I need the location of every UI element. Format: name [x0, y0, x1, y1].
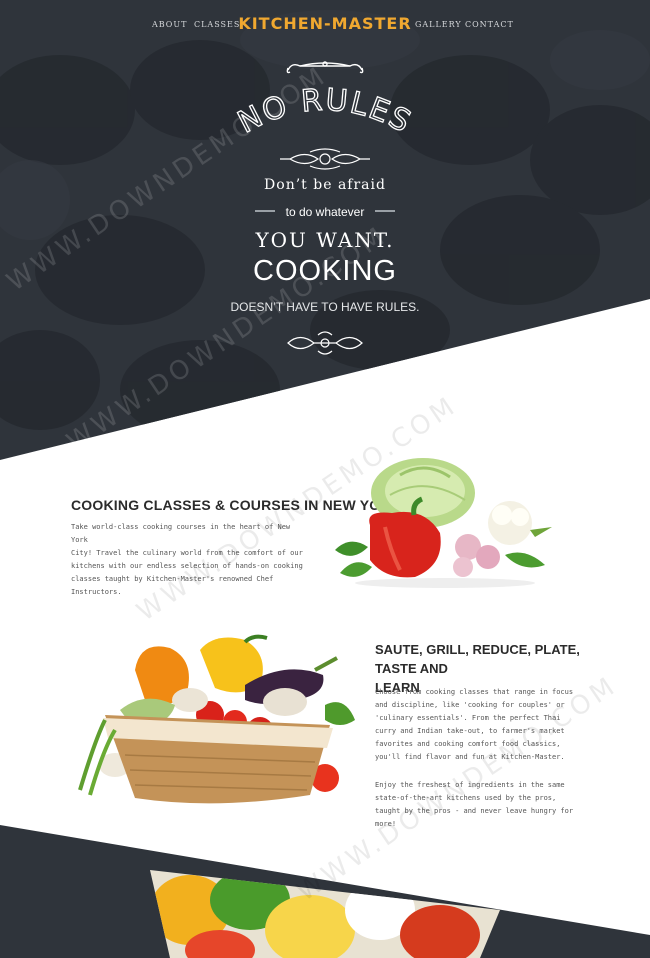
divider-right [375, 210, 395, 212]
section2-line: state-of-the-art kitchens used by the pr… [375, 794, 557, 802]
section2-line: Choose from cooking classes that range i… [375, 688, 574, 696]
hero-title: NO RULES [232, 85, 417, 141]
section2-line: and discipline, like 'cooking for couple… [375, 701, 565, 709]
section1-line: Take world-class cooking courses in the … [71, 523, 291, 544]
fresh-produce-image [150, 870, 500, 958]
section2-line: taught by the pros - and never leave hun… [375, 807, 574, 815]
hero-line-1: Don’t be afraid [264, 177, 386, 193]
ornament-bottom-icon [287, 331, 363, 355]
hero-line-2-wrap: to do whatever [0, 203, 650, 221]
section2-line: curry and Indian take-out, to farmer's m… [375, 727, 565, 735]
divider-left [255, 210, 275, 212]
section2-title-line: SAUTE, GRILL, REDUCE, PLATE, TASTE AND [375, 642, 580, 676]
section2-line: you'll find flavor and fun at Kitchen-Ma… [375, 753, 565, 761]
hero-line-3: YOU WANT. [255, 228, 395, 252]
section2-line: Enjoy the freshest of ingredients in the… [375, 781, 565, 789]
section1-line: kitchens with our endless selection of h… [71, 562, 303, 570]
section2-line: more! [375, 820, 397, 828]
section1-line: Instructors. [71, 588, 122, 596]
hero-line-2: to do whatever [285, 205, 365, 219]
section2-line: favorites and cooking comfort food class… [375, 740, 561, 748]
hero-line-4: COOKING [253, 255, 397, 287]
ornament-top-icon [286, 61, 364, 74]
hero-section: ABOUT CLASSES GALLERY CONTACT KITCHEN-MA… [0, 0, 650, 460]
section2-paragraph-1: Choose from cooking classes that range i… [375, 686, 575, 764]
section2-paragraph-2: Enjoy the freshest of ingredients in the… [375, 779, 575, 831]
svg-text:NO RULES: NO RULES [232, 85, 417, 141]
brand-logo[interactable]: KITCHEN-MASTER [0, 14, 650, 33]
section1-line: classes taught by Kitchen-Master's renow… [71, 575, 274, 583]
section1-line: City! Travel the culinary world from the… [71, 549, 303, 557]
ornament-mid-icon [280, 148, 370, 170]
vegetables-image [335, 458, 552, 588]
hero-line-5: DOESN’T HAVE TO HAVE RULES. [230, 300, 420, 314]
basket-image [78, 634, 355, 804]
section1-text: Take world-class cooking courses in the … [71, 521, 311, 599]
section2-line: 'culinary essentials'. From the perfect … [375, 714, 561, 722]
